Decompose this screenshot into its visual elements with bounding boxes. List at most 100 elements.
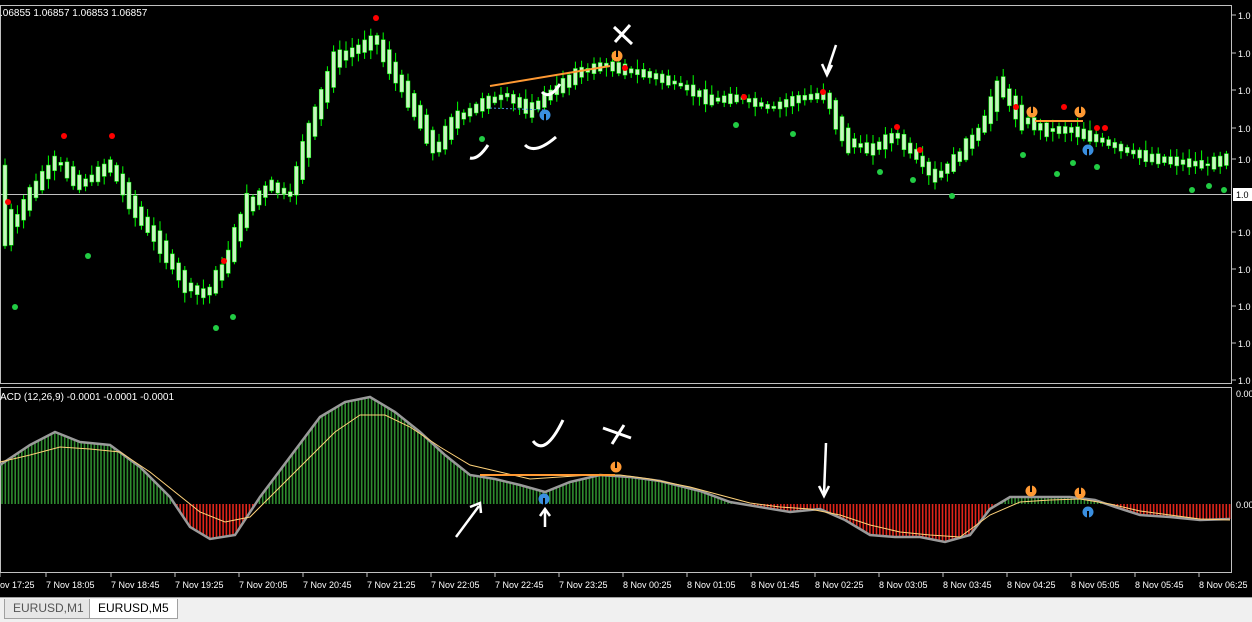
candle-body [895, 132, 901, 139]
candle-body [659, 73, 665, 84]
candle-body [1044, 122, 1049, 138]
price-axis-label: 1.0 [1238, 265, 1251, 275]
fractal-marker-notch [1087, 149, 1089, 156]
price-chart-panel[interactable]: 1.0 1.0 1.0 1.0 1.0 1.0 1.0 1.0 1.0 1.0 1.0 [0, 0, 1252, 386]
candle-body [356, 44, 361, 55]
red-signal-dot [109, 133, 115, 139]
candle-body [201, 288, 206, 299]
candle-body [294, 165, 299, 196]
candle-body [467, 107, 473, 117]
candle-body [1112, 142, 1118, 149]
candle-body [511, 93, 516, 104]
candle-body [982, 115, 987, 133]
macd-svg[interactable]: 0.00 0.00 [0, 387, 1252, 573]
green-signal-dot [1054, 171, 1060, 177]
time-axis-label: 7 Nov 22:05 [431, 580, 480, 590]
checkmark-drawing [469, 144, 490, 160]
trend-line [489, 65, 611, 87]
candle-body [139, 206, 144, 226]
orange-fractal-marker [611, 50, 623, 62]
cross-drawing [602, 424, 632, 445]
candle-body [883, 134, 888, 150]
blue-fractal-marker [1082, 506, 1094, 518]
green-signal-dot [1221, 187, 1227, 193]
candle-body [852, 138, 857, 148]
green-signal-dot [1206, 183, 1212, 189]
candle-body [579, 66, 584, 78]
candle-body [207, 286, 212, 296]
red-signal-dot [373, 15, 379, 21]
candle-body [1205, 163, 1211, 167]
candle-body [232, 227, 237, 263]
candle-body [641, 69, 646, 78]
candle-body [486, 95, 491, 110]
candle-body [746, 98, 752, 103]
candle-body [783, 99, 789, 108]
blue-fractal-marker [1082, 144, 1094, 156]
green-signal-dot [790, 131, 796, 137]
candle-body [1199, 159, 1204, 169]
price-axis-label: 1.0 [1238, 124, 1251, 134]
candle-body [765, 103, 770, 110]
tab-eurusd-m1[interactable]: EURUSD,M1 [4, 599, 93, 619]
candle-body [1211, 156, 1217, 170]
candle-body [926, 161, 932, 176]
candle-body [77, 174, 82, 191]
candle-body [728, 93, 733, 105]
candle-body [1193, 160, 1198, 167]
price-chart-svg[interactable]: 1.0 1.0 1.0 1.0 1.0 1.0 1.0 1.0 1.0 1.0 1.0 [0, 0, 1252, 386]
fractal-marker-notch [616, 50, 618, 57]
time-axis-label: 7 Nov 20:45 [303, 580, 352, 590]
candle-body [108, 159, 113, 173]
candle-body [1124, 147, 1130, 154]
candle-body [39, 170, 45, 191]
candle-body [300, 141, 305, 180]
candle-body [8, 208, 14, 246]
green-signal-dot [877, 169, 883, 175]
candle-body [163, 240, 169, 264]
red-signal-dot [61, 133, 67, 139]
green-signal-dot [479, 136, 485, 142]
macd-panel[interactable]: 0.00 0.00 [0, 387, 1252, 573]
candle-body [1062, 126, 1068, 134]
candle-body [455, 110, 460, 129]
candle-body [1155, 153, 1161, 165]
cross-drawing [612, 24, 634, 46]
tab-eurusd-m5[interactable]: EURUSD,M5 [89, 599, 178, 619]
candle-body [33, 180, 39, 199]
candle-body [244, 192, 250, 229]
price-axis-label: 1.0 [1238, 302, 1251, 312]
candle-body [709, 94, 715, 106]
price-axis-label: 1.0 [1238, 155, 1251, 165]
candles-group [2, 28, 1229, 305]
red-signal-dot [622, 65, 628, 71]
candle-body [976, 127, 981, 141]
candle-body [219, 264, 225, 281]
orange-fractal-marker [610, 461, 622, 473]
time-axis: ov 17:25 7 Nov 18:05 7 Nov 18:45 7 Nov 19:2… [0, 573, 1252, 595]
candle-body [380, 39, 386, 63]
time-axis-label: 7 Nov 23:25 [559, 580, 608, 590]
red-signal-dot [1094, 125, 1100, 131]
fractal-marker-notch [544, 114, 546, 121]
candle-body [312, 106, 318, 137]
chart-tab-bar: EURUSD,M1 EURUSD,M5 [0, 597, 1252, 622]
candle-body [70, 166, 76, 187]
down-arrow [822, 442, 828, 495]
candle-body [287, 191, 293, 197]
time-axis-label: 8 Nov 01:45 [751, 580, 800, 590]
candle-body [1069, 126, 1074, 134]
candle-body [1106, 139, 1111, 147]
candle-body [430, 129, 436, 154]
green-signal-dot [733, 122, 739, 128]
candle-body [833, 99, 839, 130]
candle-body [1224, 153, 1229, 166]
blue-fractal-marker [539, 109, 551, 121]
ohlc-readout: .06855 1.06857 1.06853 1.06857 [0, 8, 148, 19]
candle-body [126, 181, 132, 210]
time-axis-label: 8 Nov 04:25 [1007, 580, 1056, 590]
candle-body [1100, 137, 1105, 143]
candle-body [418, 104, 423, 129]
candle-body [213, 269, 219, 294]
time-axis-label: 7 Nov 18:45 [111, 580, 160, 590]
